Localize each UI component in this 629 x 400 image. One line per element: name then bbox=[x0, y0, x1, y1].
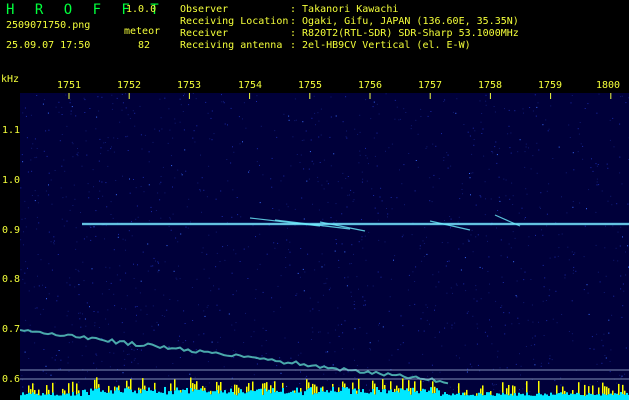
info-label-location: Receiving Location bbox=[180, 16, 289, 27]
x-tick-label: 1800 bbox=[595, 80, 621, 91]
y-tick-label: 0.7 bbox=[2, 324, 21, 335]
info-label-observer: Observer bbox=[180, 4, 229, 15]
spectrogram-canvas bbox=[20, 93, 629, 400]
mode-label: meteor bbox=[124, 26, 161, 37]
info-value-location: : Ogaki, Gifu, JAPAN (136.60E, 35.35N) bbox=[290, 16, 519, 27]
noise-field bbox=[20, 93, 629, 394]
info-value-observer: : Takanori Kawachi bbox=[290, 4, 399, 15]
info-value-receiver: : R820T2(RTL-SDR) SDR-Sharp 53.1000MHz bbox=[290, 28, 519, 39]
y-tick-label: 0.8 bbox=[2, 274, 21, 285]
x-tick-label: 1757 bbox=[417, 80, 443, 91]
info-label-antenna: Receiving antenna bbox=[180, 40, 283, 51]
x-tick-label: 1754 bbox=[237, 80, 263, 91]
x-tick-label: 1756 bbox=[357, 80, 383, 91]
x-tick-label: 1753 bbox=[176, 80, 202, 91]
x-tick-label: 1759 bbox=[537, 80, 563, 91]
y-tick-label: 1.1 bbox=[2, 125, 21, 136]
info-value-antenna: : 2el-HB9CV Vertical (el. E-W) bbox=[290, 40, 471, 51]
x-tick-label: 1755 bbox=[297, 80, 323, 91]
x-tick-label: 1758 bbox=[477, 80, 503, 91]
info-label-receiver: Receiver bbox=[180, 28, 229, 39]
y-tick-label: 0.9 bbox=[2, 225, 21, 236]
y-axis-unit: kHz bbox=[1, 74, 20, 85]
meteor-count: 82 bbox=[138, 40, 151, 51]
signal-level-bars bbox=[20, 377, 629, 400]
file-name: 2509071750.png bbox=[6, 20, 91, 31]
y-tick-label: 1.0 bbox=[2, 175, 21, 186]
header-panel: H R O F F T 1.0.0 2509071750.png meteor … bbox=[0, 0, 629, 72]
minute-ticks bbox=[68, 93, 612, 99]
low-frequency-band bbox=[20, 329, 449, 385]
datetime-label: 25.09.07 17:50 bbox=[6, 40, 91, 51]
y-tick-label: 0.6 bbox=[2, 374, 21, 385]
x-tick-label: 1751 bbox=[56, 80, 82, 91]
app-version: 1.0.0 bbox=[126, 4, 157, 15]
x-tick-label: 1752 bbox=[116, 80, 142, 91]
spectrogram-plot bbox=[20, 93, 629, 400]
